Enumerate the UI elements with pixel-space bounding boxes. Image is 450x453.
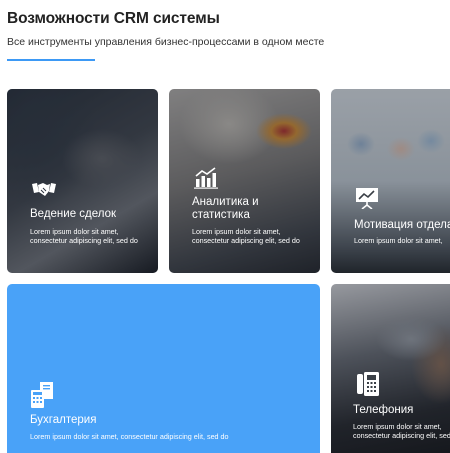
card-motivation[interactable]: Мотивация отдела Lorem ipsum dolor sit a… (331, 89, 450, 273)
presentation-board-icon (355, 187, 379, 214)
card-telephony[interactable]: Телефония Lorem ipsum dolor sit amet, co… (331, 284, 450, 453)
card-motivation-label: Мотивация отдела (354, 219, 450, 231)
card-deals-label: Ведение сделок (30, 208, 117, 220)
card-analytics[interactable]: Аналитика и статистика Lorem ipsum dolor… (169, 89, 320, 273)
title-underline (7, 59, 95, 61)
page-title: Возможности CRM системы (7, 10, 220, 27)
card-telephony-label: Телефония (353, 404, 414, 416)
bar-chart-icon (194, 167, 218, 194)
card-deals[interactable]: Ведение сделок Lorem ipsum dolor sit ame… (7, 89, 158, 273)
card-analytics-label: Аналитика и статистика (192, 196, 259, 221)
page-subtitle: Все инструменты управления бизнес-процес… (7, 36, 325, 48)
card-accounting-label: Бухгалтерия (30, 414, 97, 426)
accounting-icon (31, 382, 55, 413)
card-analytics-desc-2: consectetur adipiscing elit, sed do (192, 236, 300, 245)
card-motivation-desc-1: Lorem ipsum dolor sit amet, (354, 236, 443, 245)
card-telephony-desc-2: consectetur adipiscing elit, sed do (353, 431, 450, 440)
card-accounting[interactable]: Бухгалтерия Lorem ipsum dolor sit amet, … (7, 284, 320, 453)
office-phone-icon (357, 372, 379, 401)
handshake-icon (31, 180, 57, 205)
card-accounting-desc-1: Lorem ipsum dolor sit amet, consectetur … (30, 432, 229, 441)
card-deals-desc-2: consectetur adipiscing elit, sed do (30, 236, 138, 245)
